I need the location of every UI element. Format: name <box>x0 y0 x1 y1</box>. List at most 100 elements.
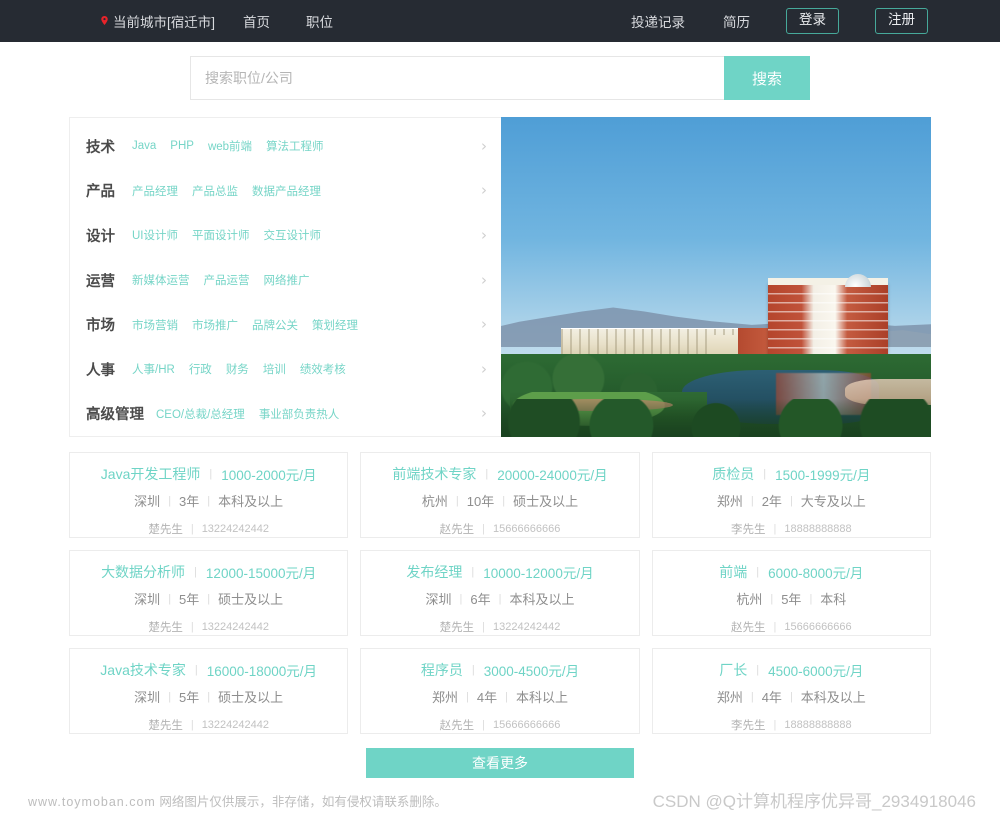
nav-item-jobs[interactable]: 职位 <box>306 11 333 31</box>
category-tag[interactable]: 产品经理 <box>132 183 178 199</box>
category-tag[interactable]: 品牌公关 <box>252 317 298 333</box>
search-input[interactable] <box>190 56 724 100</box>
current-city-label: 当前城市[宿迁市] <box>113 15 216 30</box>
nav-item-applications[interactable]: 投递记录 <box>631 11 685 31</box>
table-row[interactable]: 前端 | 6000-8000元/月 杭州 | 5年 | 本科 赵先生 | 156… <box>651 550 931 636</box>
chevron-right-icon[interactable]: › <box>481 138 487 154</box>
chevron-right-icon[interactable]: › <box>481 227 487 243</box>
job-salary: 12000-15000元/月 <box>205 566 317 581</box>
job-card-meta: 杭州 | 5年 | 本科 <box>736 589 846 608</box>
category-row-product[interactable]: 产品 产品经理 产品总监 数据产品经理 › <box>70 169 501 214</box>
category-tag[interactable]: 培训 <box>263 361 286 377</box>
category-row-operations[interactable]: 运营 新媒体运营 产品运营 网络推广 › <box>70 258 501 303</box>
job-contact-phone: 13224242442 <box>493 621 561 633</box>
category-name: 运营 <box>86 273 115 290</box>
job-card-contact: 赵先生 | 15666666666 <box>440 521 561 537</box>
chevron-right-icon[interactable]: › <box>481 317 487 332</box>
job-contact-phone: 18888888888 <box>784 523 852 535</box>
job-card-header: 大数据分析师 | 12000-15000元/月 <box>80 562 337 582</box>
category-tag[interactable]: UI设计师 <box>132 227 178 243</box>
job-city: 郑州 <box>716 690 743 705</box>
category-tag[interactable]: 平面设计师 <box>192 227 250 243</box>
category-tag[interactable]: 产品总监 <box>192 183 238 199</box>
category-row-design[interactable]: 设计 UI设计师 平面设计师 交互设计师 › <box>70 213 501 258</box>
category-tag[interactable]: 财务 <box>226 361 249 377</box>
category-tag[interactable]: 数据产品经理 <box>252 183 321 199</box>
table-row[interactable]: 发布经理 | 10000-12000元/月 深圳 | 6年 | 本科及以上 楚先… <box>360 550 640 636</box>
table-row[interactable]: Java开发工程师 | 1000-2000元/月 深圳 | 3年 | 本科及以上… <box>69 452 349 538</box>
category-tag[interactable]: PHP <box>170 140 194 152</box>
category-tag[interactable]: 人事/HR <box>132 361 175 377</box>
divider: | <box>770 592 774 605</box>
job-title[interactable]: 大数据分析师 <box>101 562 185 582</box>
divider: | <box>505 690 508 703</box>
category-tag[interactable]: 市场推广 <box>192 317 238 333</box>
hero-banner-image[interactable] <box>501 117 931 437</box>
job-card-contact: 楚先生 | 13224242442 <box>440 619 561 635</box>
divider: | <box>471 664 475 676</box>
job-contact-name: 赵先生 <box>439 524 475 536</box>
category-tag[interactable]: 行政 <box>189 361 212 377</box>
table-row[interactable]: 质检员 | 1500-1999元/月 郑州 | 2年 | 大专及以上 李先生 |… <box>651 452 931 538</box>
table-row[interactable]: Java技术专家 | 16000-18000元/月 深圳 | 5年 | 硕士及以… <box>69 648 349 734</box>
category-tag[interactable]: Java <box>132 140 156 152</box>
job-title[interactable]: 前端技术专家 <box>392 464 476 484</box>
chevron-right-icon[interactable]: › <box>481 361 487 377</box>
category-row-executive[interactable]: 高级管理 CEO/总裁/总经理 事业部负责热人 › <box>70 391 501 436</box>
job-title[interactable]: 发布经理 <box>406 562 462 582</box>
csdn-watermark: CSDN @Q计算机程序优异哥_2934918046 <box>652 792 976 811</box>
category-tag[interactable]: 绩效考核 <box>300 361 346 377</box>
category-tag[interactable]: 策划经理 <box>312 317 358 333</box>
job-title[interactable]: 质检员 <box>712 464 754 484</box>
search-button[interactable]: 搜索 <box>724 56 810 100</box>
job-card-header: Java开发工程师 | 1000-2000元/月 <box>80 464 337 484</box>
job-title[interactable]: 前端 <box>719 562 747 582</box>
job-city: 深圳 <box>134 690 161 705</box>
category-row-tech[interactable]: 技术 Java PHP web前端 算法工程师 › <box>70 124 501 169</box>
job-title[interactable]: 厂长 <box>719 660 747 680</box>
job-contact-name: 楚先生 <box>439 622 475 634</box>
register-button[interactable]: 注册 <box>875 8 928 34</box>
divider: | <box>168 592 172 605</box>
job-title[interactable]: 程序员 <box>421 660 463 680</box>
divider: | <box>471 566 475 578</box>
category-tag[interactable]: 算法工程师 <box>266 138 324 154</box>
category-tag[interactable]: 网络推广 <box>264 272 310 288</box>
category-tag[interactable]: 新媒体运营 <box>132 272 190 288</box>
divider: | <box>207 592 211 605</box>
category-tag[interactable]: 产品运营 <box>204 272 250 288</box>
job-title[interactable]: Java开发工程师 <box>101 464 201 484</box>
category-tag[interactable]: 交互设计师 <box>264 227 322 243</box>
table-row[interactable]: 大数据分析师 | 12000-15000元/月 深圳 | 5年 | 硕士及以上 … <box>69 550 349 636</box>
table-row[interactable]: 程序员 | 3000-4500元/月 郑州 | 4年 | 本科以上 赵先生 | … <box>360 648 640 734</box>
chevron-right-icon[interactable]: › <box>481 183 487 198</box>
category-tag[interactable]: web前端 <box>208 138 252 154</box>
divider: | <box>190 719 194 731</box>
divider: | <box>455 494 459 507</box>
job-card-header: 厂长 | 4500-6000元/月 <box>663 660 920 680</box>
table-row[interactable]: 厂长 | 4500-6000元/月 郑州 | 4年 | 本科及以上 李先生 | … <box>651 648 931 734</box>
nav-item-home[interactable]: 首页 <box>243 11 270 31</box>
category-row-hr[interactable]: 人事 人事/HR 行政 财务 培训 绩效考核 › <box>70 347 501 392</box>
category-row-market[interactable]: 市场 市场营销 市场推广 品牌公关 策划经理 › <box>70 302 501 347</box>
table-row[interactable]: 前端技术专家 | 20000-24000元/月 杭州 | 10年 | 硕士及以上… <box>360 452 640 538</box>
job-title[interactable]: Java技术专家 <box>100 660 186 680</box>
category-tag[interactable]: CEO/总裁/总经理 <box>156 406 245 422</box>
login-button[interactable]: 登录 <box>786 8 839 34</box>
category-tag[interactable]: 市场营销 <box>132 317 178 333</box>
divider: | <box>498 592 502 605</box>
job-contact-phone: 15666666666 <box>784 621 852 633</box>
nav-item-resume[interactable]: 简历 <box>723 11 750 31</box>
view-more-button[interactable]: 查看更多 <box>366 748 634 778</box>
divider: | <box>466 690 469 703</box>
category-name: 高级管理 <box>86 407 144 424</box>
job-card-meta: 深圳 | 5年 | 硕士及以上 <box>134 687 283 706</box>
chevron-right-icon[interactable]: › <box>481 406 487 421</box>
current-city-selector[interactable]: 当前城市[宿迁市] <box>100 11 215 31</box>
divider: | <box>482 523 486 535</box>
category-tag[interactable]: 事业部负责热人 <box>259 406 340 422</box>
top-navbar: 当前城市[宿迁市] 首页 职位 投递记录 简历 登录 注册 <box>0 0 1000 42</box>
chevron-right-icon[interactable]: › <box>481 272 487 288</box>
divider: | <box>482 719 486 731</box>
job-contact-phone: 15666666666 <box>493 719 561 731</box>
